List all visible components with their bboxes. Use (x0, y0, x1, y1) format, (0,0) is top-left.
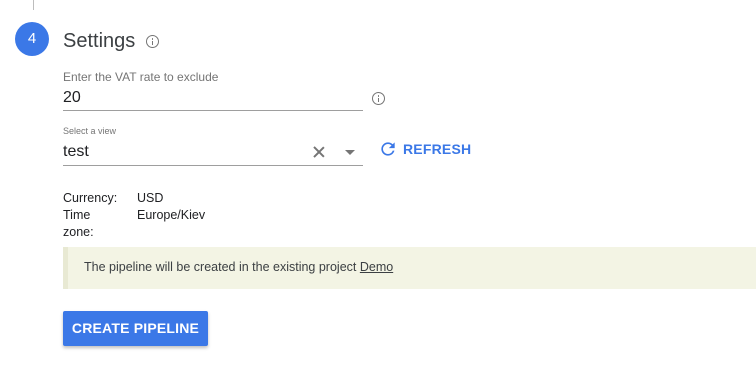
vat-rate-input[interactable]: 20 (63, 88, 81, 108)
timezone-key: Time zone: (63, 208, 94, 239)
settings-info-icon[interactable] (146, 35, 159, 48)
notice-text: The pipeline will be created in the exis… (84, 259, 393, 276)
refresh-icon (381, 142, 395, 156)
view-select[interactable]: test (63, 142, 89, 162)
vat-field-label: Enter the VAT rate to exclude (63, 70, 219, 84)
settings-step: 4 Settings Enter the VAT rate to exclude… (0, 0, 756, 373)
notice-message: The pipeline will be created in the exis… (84, 260, 360, 274)
project-link[interactable]: Demo (360, 260, 393, 274)
refresh-label: REFRESH (403, 141, 472, 157)
view-select-label: Select a view (63, 126, 117, 136)
refresh-button[interactable]: REFRESH (378, 138, 471, 160)
step-title: Settings (63, 30, 136, 52)
currency-key: Currency: (63, 191, 118, 205)
step-number-badge: 4 (15, 22, 49, 56)
timezone-value: Europe/Kiev (137, 208, 206, 222)
dropdown-caret-icon[interactable] (345, 150, 355, 155)
stepper-line (33, 0, 34, 10)
view-select-underline (63, 165, 363, 166)
create-pipeline-button[interactable]: CREATE PIPELINE (63, 311, 208, 346)
notice-banner: The pipeline will be created in the exis… (63, 247, 756, 289)
currency-value: USD (137, 191, 164, 205)
clear-icon[interactable] (312, 145, 326, 159)
vat-field-underline (63, 110, 363, 111)
vat-info-icon[interactable] (372, 92, 385, 105)
